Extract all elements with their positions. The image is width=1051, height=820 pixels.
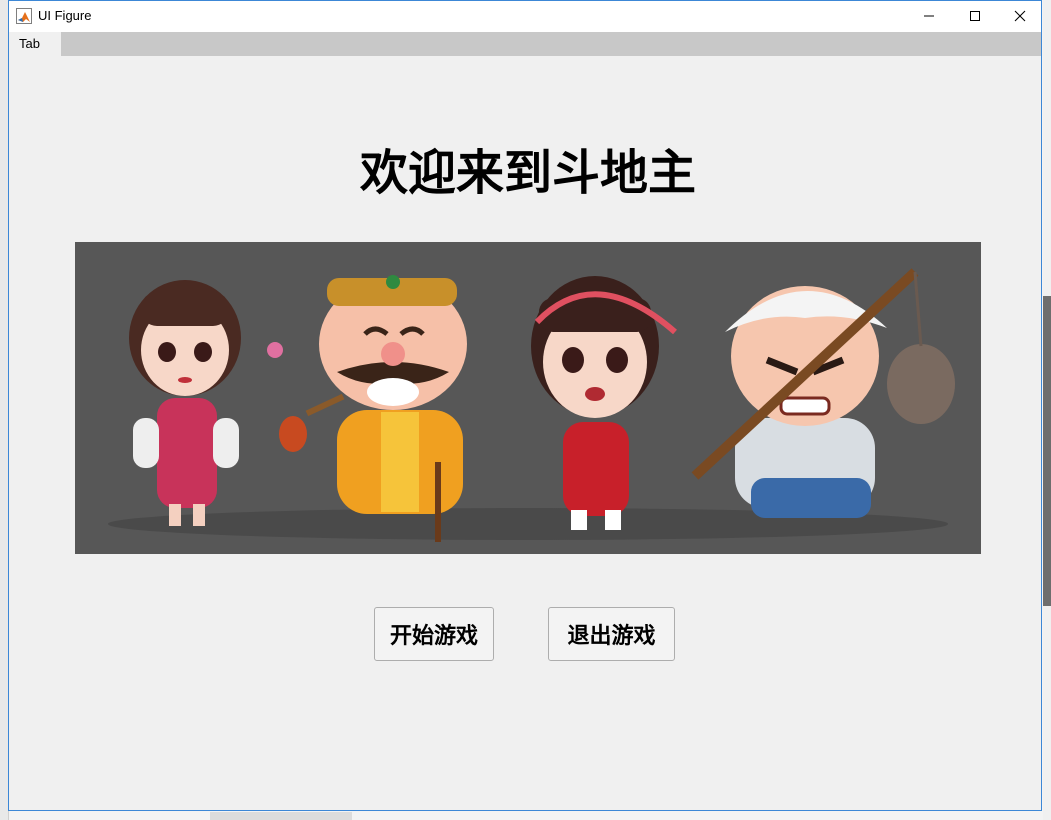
landlord-character [279, 275, 467, 542]
tab-content-panel: 欢迎来到斗地主 开始游戏 退出游戏 [9, 56, 1041, 810]
close-icon [1014, 10, 1026, 22]
close-button[interactable] [997, 1, 1043, 31]
farmer-character [691, 268, 955, 518]
maximize-icon [970, 11, 980, 21]
tab-strip: Tab [9, 32, 1041, 56]
tab-tab[interactable]: Tab [9, 32, 61, 56]
background-window-bottom-edge [210, 812, 352, 820]
welcome-heading: 欢迎来到斗地主 [359, 145, 696, 201]
title-bar[interactable]: UI Figure [9, 1, 1041, 32]
ui-figure-window: UI Figure Tab 欢迎来到斗地主 开始游戏 退出游戏 [8, 0, 1042, 811]
window-title: UI Figure [38, 8, 92, 23]
maximize-button[interactable] [952, 1, 998, 31]
minimize-icon [924, 15, 934, 17]
character-banner-image [75, 242, 981, 554]
girl-character [531, 276, 677, 530]
background-window-right-edge [1043, 0, 1051, 820]
lady-character [129, 280, 283, 526]
matlab-logo-icon [16, 8, 32, 24]
start-game-button[interactable]: 开始游戏 [374, 607, 494, 661]
quit-game-button[interactable]: 退出游戏 [548, 607, 675, 661]
minimize-button[interactable] [906, 1, 952, 31]
